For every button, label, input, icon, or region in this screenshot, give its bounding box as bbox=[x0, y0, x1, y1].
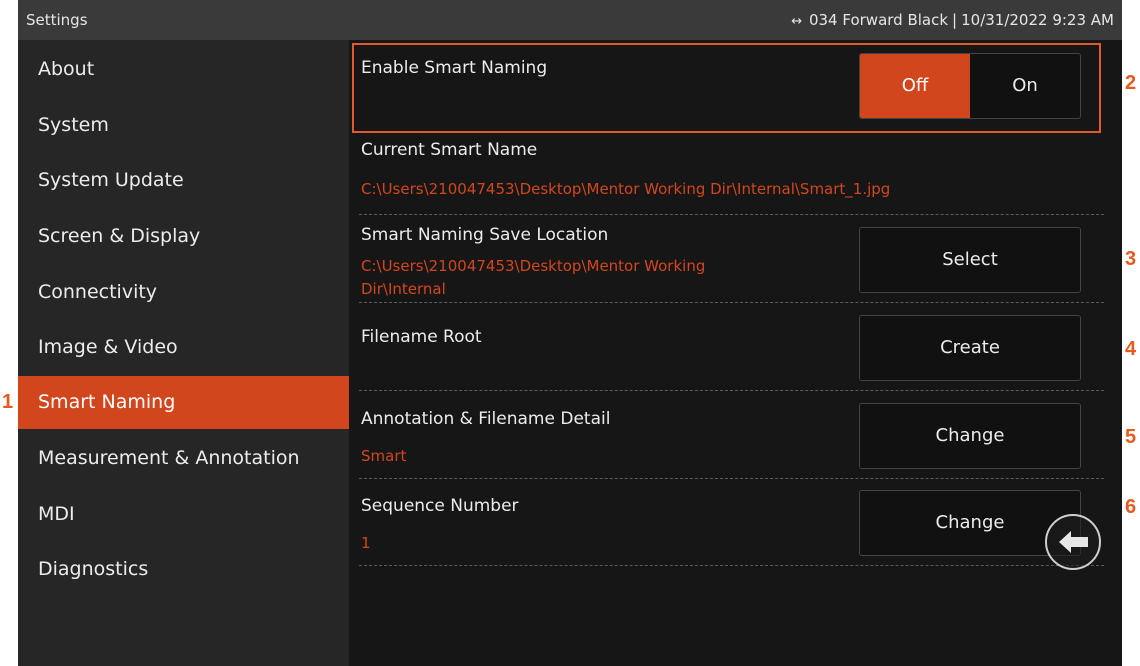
current-smart-name-value: C:\Users\210047453\Desktop\Mentor Workin… bbox=[361, 180, 891, 198]
sidebar-item-about[interactable]: About bbox=[18, 44, 349, 94]
row-divider bbox=[359, 565, 1104, 566]
status-area: ↔ 034 Forward Black | 10/31/2022 9:23 AM bbox=[791, 11, 1114, 29]
settings-content: Enable Smart Naming Off On Current Smart… bbox=[349, 40, 1122, 666]
current-smart-name-label: Current Smart Name bbox=[361, 140, 538, 160]
back-arrow-icon[interactable] bbox=[1045, 514, 1101, 570]
annotation-detail-value: Smart bbox=[361, 447, 407, 465]
enable-smart-naming-label: Enable Smart Naming bbox=[361, 58, 548, 78]
sidebar-item-mdi[interactable]: MDI bbox=[18, 489, 349, 539]
create-filename-root-button[interactable]: Create bbox=[859, 315, 1081, 381]
save-location-value-line1: C:\Users\210047453\Desktop\Mentor Workin… bbox=[361, 257, 706, 275]
top-bar: Settings ↔ 034 Forward Black | 10/31/2022 … bbox=[18, 0, 1122, 40]
sidebar-item-system[interactable]: System bbox=[18, 100, 349, 150]
callout-number: 4 bbox=[1125, 338, 1137, 360]
annotation-detail-label: Annotation & Filename Detail bbox=[361, 409, 611, 429]
row-divider bbox=[359, 302, 1104, 303]
callout-number: 2 bbox=[1125, 72, 1137, 94]
sidebar-item-connectivity[interactable]: Connectivity bbox=[18, 267, 349, 317]
callout-number: 1 bbox=[2, 391, 14, 413]
save-location-value-line2: Dir\Internal bbox=[361, 280, 446, 298]
callout-number: 5 bbox=[1125, 426, 1137, 448]
row-divider bbox=[359, 214, 1104, 215]
sidebar-item-screen-display[interactable]: Screen & Display bbox=[18, 211, 349, 261]
toggle-on-option[interactable]: On bbox=[970, 54, 1080, 118]
device-name: 034 Forward Black bbox=[808, 11, 949, 29]
enable-smart-naming-toggle[interactable]: Off On bbox=[859, 53, 1081, 119]
sidebar-item-diagnostics[interactable]: Diagnostics bbox=[18, 544, 349, 594]
date-time: 10/31/2022 9:23 AM bbox=[961, 11, 1114, 29]
probe-direction-icon: ↔ bbox=[791, 14, 803, 29]
sidebar-item-smart-naming[interactable]: Smart Naming bbox=[18, 376, 349, 429]
settings-screen: Settings ↔ 034 Forward Black | 10/31/2022 … bbox=[18, 0, 1122, 666]
window-title: Settings bbox=[26, 11, 88, 29]
save-location-label: Smart Naming Save Location bbox=[361, 225, 609, 245]
callout-number: 3 bbox=[1125, 248, 1137, 270]
sequence-number-label: Sequence Number bbox=[361, 496, 519, 516]
status-separator: | bbox=[952, 11, 958, 29]
settings-sidebar: About System System Update Screen & Disp… bbox=[18, 40, 349, 666]
sequence-number-value: 1 bbox=[361, 534, 371, 552]
sidebar-item-measurement-annotation[interactable]: Measurement & Annotation bbox=[18, 433, 349, 483]
change-annotation-detail-button[interactable]: Change bbox=[859, 403, 1081, 469]
toggle-off-option[interactable]: Off bbox=[860, 54, 970, 118]
sidebar-item-image-video[interactable]: Image & Video bbox=[18, 322, 349, 372]
row-divider bbox=[359, 478, 1104, 479]
filename-root-label: Filename Root bbox=[361, 327, 482, 347]
select-location-button[interactable]: Select bbox=[859, 227, 1081, 293]
sidebar-item-system-update[interactable]: System Update bbox=[18, 155, 349, 205]
row-divider bbox=[359, 390, 1104, 391]
callout-number: 6 bbox=[1125, 496, 1137, 518]
